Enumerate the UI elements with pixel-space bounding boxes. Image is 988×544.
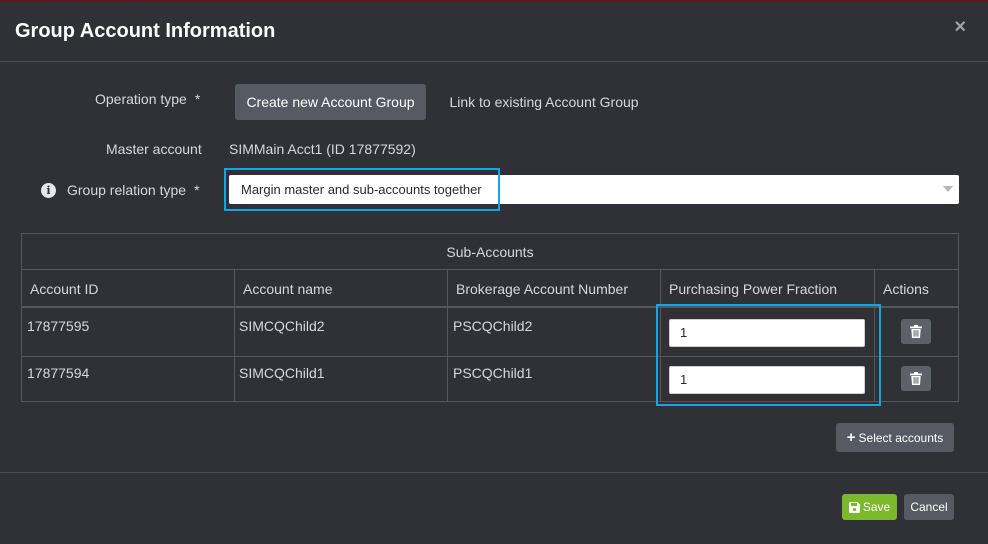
save-label: Save <box>862 500 891 514</box>
column-header-actions: Actions <box>883 281 929 297</box>
delete-row-button[interactable] <box>901 366 931 391</box>
cell-brokerage-number: PSCQChild2 <box>453 318 533 334</box>
operation-type-label-text: Operation type <box>95 91 187 107</box>
column-header-purchasing-power: Purchasing Power Fraction <box>669 281 838 297</box>
cell-account-name: SIMCQChild2 <box>239 318 325 334</box>
subaccounts-table: Sub-Accounts Account ID Account name Bro… <box>21 233 959 402</box>
column-header-brokerage-number: Brokerage Account Number <box>456 281 628 297</box>
table-row: 17877594 SIMCQChild1 PSCQChild1 1 <box>22 357 958 404</box>
table-header-row: Account ID Account name Brokerage Accoun… <box>22 270 958 308</box>
column-header-account-name: Account name <box>243 281 333 297</box>
cell-account-id: 17877595 <box>27 318 90 334</box>
master-account-label: Master account <box>106 141 202 157</box>
column-header-account-id: Account ID <box>30 281 99 297</box>
group-relation-selected-value: Margin master and sub-accounts together <box>241 182 482 197</box>
required-mark: * <box>194 182 200 198</box>
trash-icon <box>910 325 922 338</box>
plus-icon: + <box>846 429 856 446</box>
delete-row-button[interactable] <box>901 319 931 344</box>
group-relation-select[interactable]: Margin master and sub-accounts together <box>229 175 959 204</box>
select-accounts-button[interactable]: + Select accounts <box>836 423 954 452</box>
master-account-value: SIMMain Acct1 (ID 17877592) <box>229 141 416 157</box>
table-caption: Sub-Accounts <box>22 234 958 270</box>
save-button[interactable]: Save <box>842 494 897 520</box>
create-new-group-button[interactable]: Create new Account Group <box>235 84 426 120</box>
trash-icon <box>910 372 922 385</box>
chevron-down-icon[interactable] <box>943 186 953 192</box>
required-mark: * <box>194 91 201 107</box>
group-relation-label: Group relation type * <box>67 182 200 198</box>
select-accounts-label: Select accounts <box>858 430 944 445</box>
operation-type-label: Operation type * <box>95 91 200 107</box>
purchasing-power-input[interactable]: 1 <box>669 366 865 394</box>
floppy-disk-icon <box>848 501 860 513</box>
column-divider <box>234 270 235 401</box>
column-divider <box>874 270 875 401</box>
purchasing-power-input[interactable]: 1 <box>669 319 865 347</box>
cell-account-id: 17877594 <box>27 365 90 381</box>
cell-account-name: SIMCQChild1 <box>239 365 325 381</box>
column-divider <box>447 270 448 401</box>
group-account-dialog: Group Account Information × Operation ty… <box>0 2 988 544</box>
cell-brokerage-number: PSCQChild1 <box>453 365 533 381</box>
dialog-title: Group Account Information <box>15 20 276 42</box>
column-divider <box>660 270 661 401</box>
link-existing-group-button[interactable]: Link to existing Account Group <box>436 84 652 120</box>
footer-divider <box>0 472 988 473</box>
close-icon[interactable]: × <box>954 16 966 39</box>
group-relation-label-text: Group relation type <box>67 182 187 198</box>
dialog-header: Group Account Information × <box>0 2 988 62</box>
info-icon[interactable]: i <box>41 183 56 198</box>
cancel-button[interactable]: Cancel <box>904 494 954 520</box>
table-row: 17877595 SIMCQChild2 PSCQChild2 1 <box>22 310 958 357</box>
